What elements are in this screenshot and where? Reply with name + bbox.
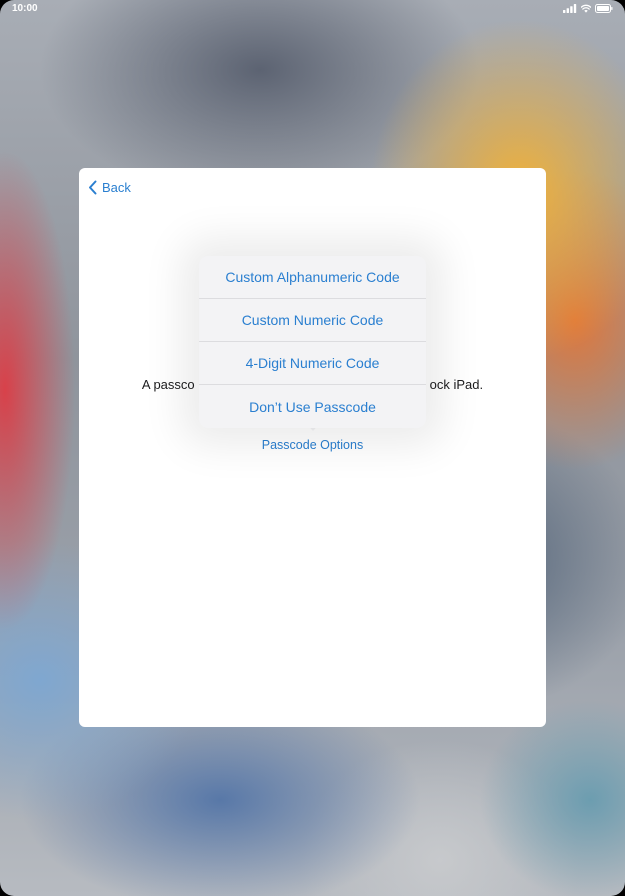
signal-icon: [563, 4, 577, 13]
wifi-icon: [581, 4, 591, 13]
menu-item-custom-alphanumeric-code[interactable]: Custom Alphanumeric Code: [199, 256, 426, 299]
ipad-screen: 10:00 Back A passco ock iPad. Passcode O…: [0, 0, 625, 896]
status-icons: [563, 4, 613, 13]
status-time: 10:00: [12, 3, 38, 14]
status-bar: 10:00: [0, 0, 625, 18]
menu-item-4-digit-numeric-code[interactable]: 4-Digit Numeric Code: [199, 342, 426, 385]
menu-item-custom-numeric-code[interactable]: Custom Numeric Code: [199, 299, 426, 342]
description-right: ock iPad.: [429, 377, 484, 392]
passcode-modal: Back A passco ock iPad. Passcode Options: [79, 168, 546, 727]
passcode-options-popover: Custom Alphanumeric Code Custom Numeric …: [199, 256, 426, 437]
battery-icon: [595, 4, 613, 13]
back-label: Back: [102, 180, 131, 195]
back-button[interactable]: Back: [88, 180, 131, 195]
chevron-left-icon: [89, 180, 97, 195]
description-left: A passco: [141, 377, 195, 392]
passcode-options-link[interactable]: Passcode Options: [79, 438, 546, 452]
popover-menu: Custom Alphanumeric Code Custom Numeric …: [199, 256, 426, 428]
menu-item-dont-use-passcode[interactable]: Don’t Use Passcode: [199, 385, 426, 428]
